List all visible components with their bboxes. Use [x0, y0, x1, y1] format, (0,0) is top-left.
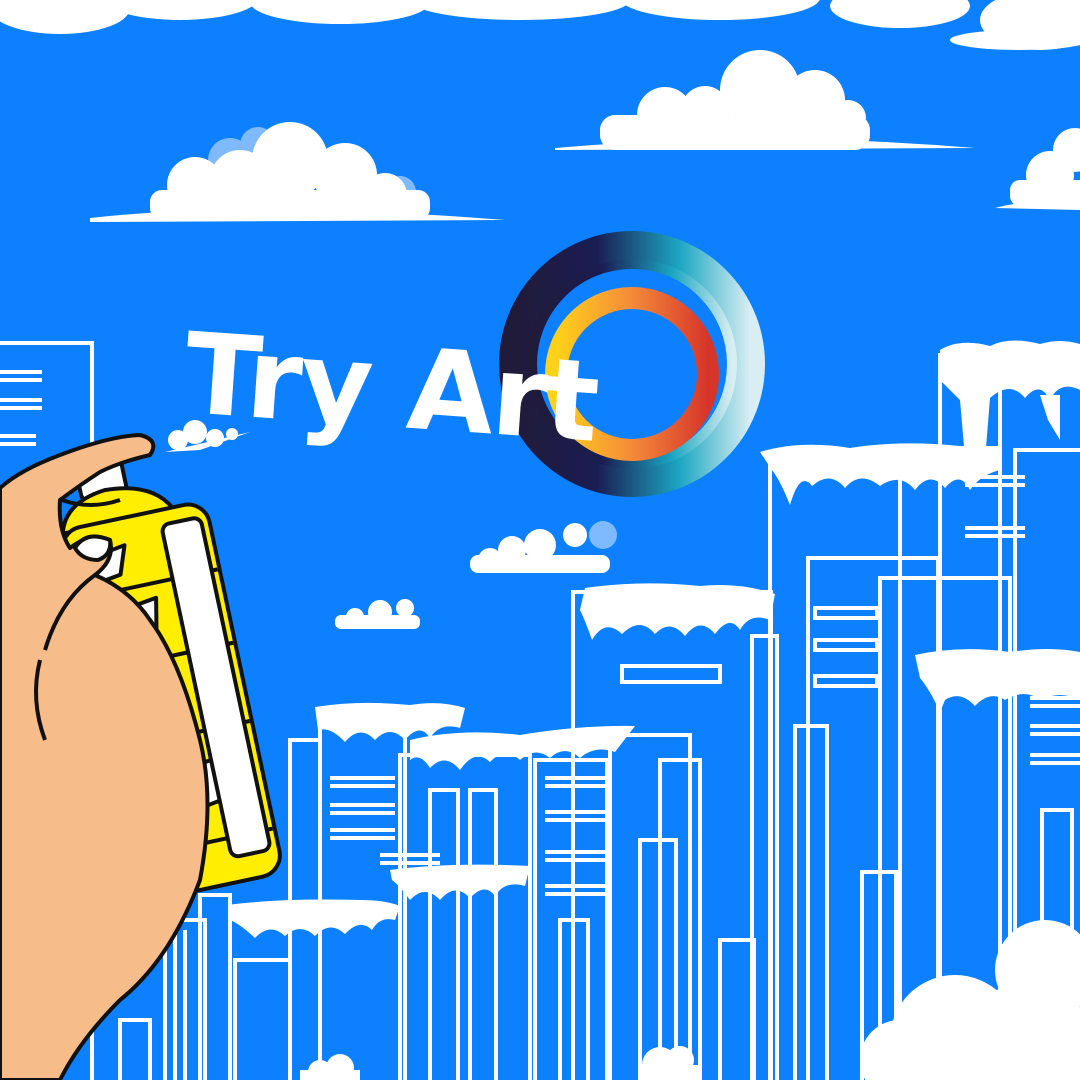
- title-text: Try Art: [180, 309, 602, 468]
- poster-canvas: Try Art: [0, 0, 1080, 1080]
- scene-illustration: [0, 0, 1080, 1080]
